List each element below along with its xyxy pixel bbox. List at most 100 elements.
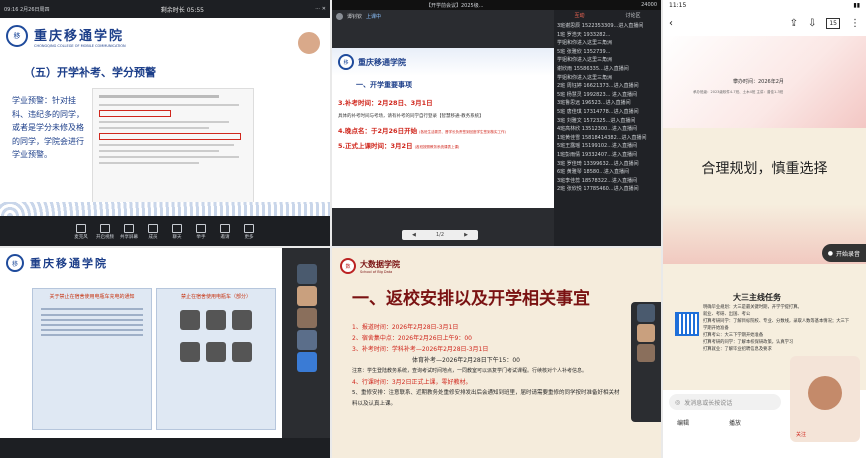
tab-interaction[interactable]: 互动: [574, 12, 584, 19]
speaker-avatar: [336, 12, 343, 20]
raise-hand-button[interactable]: 举手: [190, 224, 212, 240]
slide-heading: 一、开学重要事项: [356, 81, 412, 89]
invite-icon: [220, 224, 230, 233]
chat-composer: ◎ 发消息或长按说话 编辑 播放 关注: [663, 356, 866, 458]
chat-icon: [172, 224, 182, 233]
chat-message: 5班 唐佳琪 17314778...进入直播间: [557, 108, 639, 115]
scooter-image: [180, 342, 200, 362]
chat-message: 2班 张欣悦 17785460...进入直播间: [557, 186, 639, 193]
chat-button[interactable]: 聊天: [166, 224, 188, 240]
phone-time: 11:15: [669, 1, 687, 9]
meeting-timer: 剩余时长 05:55: [160, 6, 204, 14]
slide-wave-decoration: [0, 202, 330, 216]
school-logo-icon: 数: [340, 258, 356, 274]
participant-thumb[interactable]: [297, 264, 317, 284]
chat-message: 4班高林欣 13512300...进入直播间: [557, 126, 637, 133]
play-button[interactable]: 播放: [729, 418, 741, 427]
scooter-image: [232, 310, 252, 330]
follow-button[interactable]: 关注: [796, 431, 806, 438]
share-icon: [124, 224, 134, 233]
meeting-panel-1: 09:16 2月26日周四 剩余时长 05:55 ⋯ ✕ 移 重庆移通学院 CH…: [0, 0, 330, 246]
notice-1-title: 关于禁止在宿舍使用电瓶车充电的通知: [49, 294, 135, 300]
live-topbar: 【开学前会议】2025级... 24000: [332, 0, 661, 10]
tab-discussion[interactable]: 讨论区: [625, 12, 640, 19]
more-button[interactable]: 更多: [238, 224, 260, 240]
school-name-en: School of Big Data: [360, 269, 393, 274]
self-video: 关注: [790, 356, 860, 442]
message-input[interactable]: ◎ 发消息或长按说话: [669, 394, 781, 410]
qr-code-icon: [675, 312, 699, 336]
chat-message: 3班谢思辰 1522353309...进入直播间: [557, 23, 644, 29]
back-icon[interactable]: ‹: [669, 18, 673, 29]
start-recording-button[interactable]: ● 开始录音: [821, 244, 866, 262]
status-time: 09:16 2月26日周四: [4, 6, 50, 13]
poster-banner: 攀办时间：2026年2月 承办班级：2023级软件4-7班、土木4班 主讲：曾佳…: [663, 36, 866, 128]
battery-icon: ▮▮: [853, 1, 860, 9]
next-icon[interactable]: ▶: [464, 232, 468, 238]
chat-message: 5班王露瑶 15199102...进入直播间: [557, 143, 637, 150]
participant-thumb[interactable]: [297, 308, 317, 328]
school-name: 重庆移通学院: [30, 257, 108, 270]
slide: 移 重庆移通学院 一、开学重要事项 3.补考时间：2月28日、3月1日 具体的补…: [332, 48, 554, 208]
record-icon: ●: [827, 249, 833, 257]
section-title: 大三主线任务: [733, 293, 781, 302]
chat-message: 3班鲁思远 196523...进入直播间: [557, 100, 631, 107]
participant-thumb[interactable]: [637, 344, 655, 362]
meeting-panel-4: 移 重庆移通学院 关于禁止在宿舍使用电瓶车充电的通知 禁止在宿舍使用电瓶车（部分…: [0, 248, 330, 458]
more-icon: [244, 224, 254, 233]
viewer-count: 24000: [641, 2, 657, 8]
avatar: [808, 376, 842, 410]
chat-message: 1班彭雨倩 19332407...进入直播间: [557, 151, 637, 158]
members-button[interactable]: 成员: [142, 224, 164, 240]
page-count[interactable]: 15: [826, 17, 840, 29]
mic-icon: [76, 224, 86, 233]
scooter-image: [206, 342, 226, 362]
slide-title: （五）开学补考、学分预警: [24, 66, 156, 79]
school-name: 大数据学院: [360, 258, 400, 269]
school-logo-icon: 移: [338, 54, 354, 70]
status-bar: 11:15 ▮▮: [663, 0, 866, 10]
slide-header: 移 重庆移通学院 CHONGQING COLLEGE OF MOBILE COM…: [0, 18, 330, 54]
slide-title: 一、返校安排以及开学相关事宜: [352, 289, 590, 309]
poster-title: 合理规划，慎重选择: [701, 161, 828, 177]
more-icon[interactable]: ⋮: [850, 18, 860, 29]
participant-thumb[interactable]: [297, 330, 317, 350]
window-controls[interactable]: ⋯ ✕: [315, 6, 326, 12]
phone-panel: 11:15 ▮▮ ‹ ⇪ ⇩ 15 ⋮ 攀办时间：2026年2月 承办班级：20…: [663, 0, 866, 458]
chat-message: 1班 罗浩天 1933282...: [557, 31, 611, 38]
school-name-en: CHONGQING COLLEGE OF MOBILE COMMUNICATIO…: [34, 43, 126, 48]
chat-message: 3班李佳蕊 18578322...进入直播间: [557, 177, 637, 184]
sharing-label: 上课中: [366, 13, 382, 20]
participant-thumb[interactable]: [637, 304, 655, 322]
video-icon: [100, 224, 110, 233]
document-image: [92, 88, 254, 208]
speaker-name: 谭钊钦: [347, 13, 363, 20]
video-button[interactable]: 开启视频: [94, 224, 116, 240]
slide-pager: ◀ 1/2 ▶: [402, 230, 478, 240]
notice-2-title: 禁止在宿舍使用电瓶车（部分）: [180, 294, 251, 300]
upload-icon[interactable]: ⇪: [790, 18, 798, 29]
scooter-image: [232, 342, 252, 362]
chat-list: 3班谢思辰 1522353309...进入直播间 1班 罗浩天 1933282.…: [554, 20, 661, 196]
download-icon[interactable]: ⇩: [808, 18, 816, 29]
page-indicator: 1/2: [435, 232, 445, 238]
doc-toolbar: ‹ ⇪ ⇩ 15 ⋮: [663, 10, 866, 36]
share-screen-button[interactable]: 共享屏幕: [118, 224, 140, 240]
presentation-area: 谭钊钦 上课中 移 重庆移通学院 一、开学重要事项 3.补考时间：2月28日、3…: [332, 10, 554, 246]
live-title: 【开学前会议】2025级...: [426, 2, 484, 9]
meeting-toolbar: 麦克风 开启视频 共享屏幕 成员 聊天 举手 邀请 更多: [0, 218, 330, 246]
participant-strip: [631, 302, 661, 422]
participant-strip: [284, 262, 330, 438]
chat-message: 3班 刘雅文 1572325...进入直播间: [557, 117, 636, 124]
invite-button[interactable]: 邀请: [214, 224, 236, 240]
scooter-image: [180, 310, 200, 330]
voice-icon: ◎: [675, 398, 681, 406]
prev-icon[interactable]: ◀: [412, 232, 416, 238]
participant-thumb[interactable]: [637, 324, 655, 342]
participant-thumb[interactable]: [297, 352, 317, 372]
chat-message: 1班黄佳雪 15818414382...进入直播间: [557, 134, 647, 141]
meeting-panel-5: 数 大数据学院 School of Big Data 一、返校安排以及开学相关事…: [332, 248, 661, 458]
participant-thumb[interactable]: [297, 286, 317, 306]
edit-button[interactable]: 编辑: [677, 418, 689, 427]
mic-button[interactable]: 麦克风: [70, 224, 92, 240]
